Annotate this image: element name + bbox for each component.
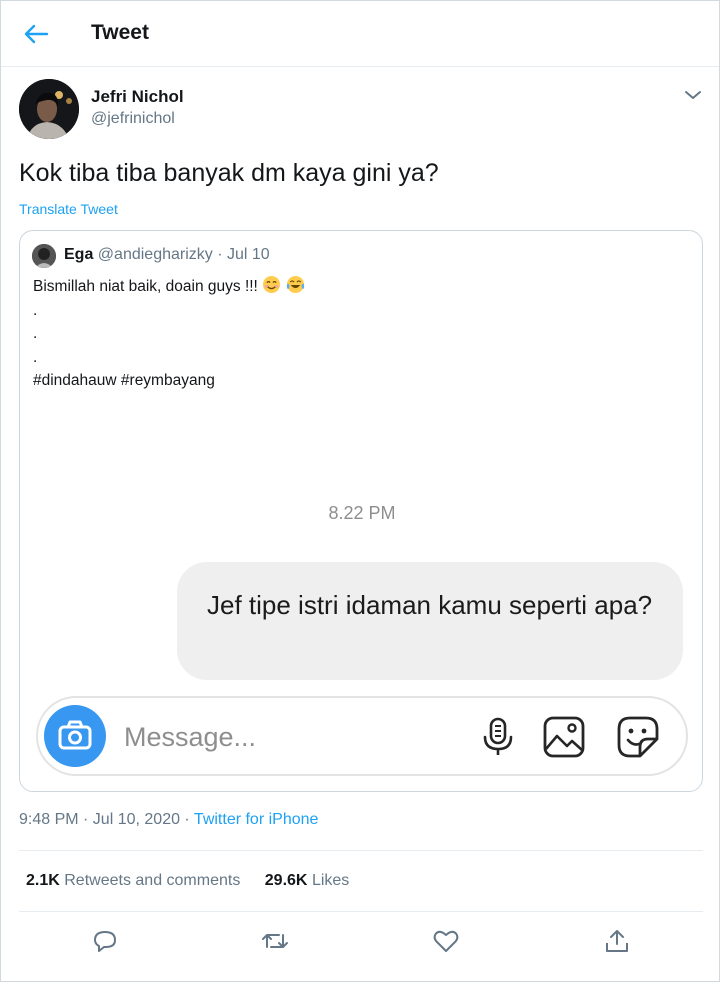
quoted-line: Bismillah niat baik, doain guys !!! (33, 275, 305, 299)
likes-label: Likes (311, 872, 350, 889)
reply-icon[interactable] (91, 927, 119, 955)
camera-button[interactable] (44, 705, 106, 767)
page-header: Tweet (1, 1, 719, 67)
microphone-icon[interactable] (476, 715, 520, 759)
arrow-left-icon[interactable] (21, 19, 51, 49)
chevron-down-icon[interactable] (681, 83, 705, 107)
quoted-dot: . (33, 301, 38, 319)
retweets-count: 2.1K (26, 872, 60, 889)
retweets-label: Retweets and comments (64, 872, 241, 889)
retweets-stat[interactable]: 2.1K Retweets and comments (26, 872, 245, 889)
quoted-dot: . (33, 325, 38, 342)
quoted-text: Bismillah niat baik, doain guys !!! . . … (33, 275, 305, 393)
translate-tweet-link[interactable]: Translate Tweet (19, 201, 118, 217)
share-icon[interactable] (603, 927, 631, 955)
dm-message-bubble: Jef tipe istri idaman kamu seperti apa? (177, 562, 683, 680)
quoted-author-name: Ega (64, 246, 94, 263)
quoted-dot: . (33, 348, 38, 366)
quoted-handle-date: @andiegharizky · Jul 10 (97, 246, 270, 263)
tweet-page: Tweet Jefri Nichol @jefrinichol Kok tiba… (0, 0, 720, 982)
tweet-stats: 2.1K Retweets and comments 29.6K Likes (26, 872, 349, 890)
quoted-line-text: Bismillah niat baik, doain guys !!! (33, 278, 258, 295)
divider (19, 911, 703, 912)
sticker-icon[interactable] (616, 715, 660, 759)
divider (19, 850, 703, 851)
camera-icon (58, 720, 92, 750)
author-name[interactable]: Jefri Nichol (91, 87, 184, 107)
retweet-icon[interactable] (261, 927, 289, 955)
likes-stat[interactable]: 29.6K Likes (265, 872, 350, 889)
likes-count: 29.6K (264, 872, 308, 889)
quoted-hashtags[interactable]: #dindahauw #reymbayang (33, 369, 305, 393)
quoted-header: Ega @andiegharizky · Jul 10 (64, 246, 270, 264)
image-icon[interactable] (542, 715, 586, 759)
message-input[interactable] (124, 718, 374, 756)
tweet-text: Kok tiba tiba banyak dm kaya gini ya? (19, 159, 439, 187)
author-handle[interactable]: @jefrinichol (91, 110, 175, 128)
tweet-meta: 9:48 PM · Jul 10, 2020 · Twitter for iPh… (19, 811, 318, 829)
avatar[interactable] (19, 79, 79, 139)
heart-icon[interactable] (432, 927, 460, 955)
tears-of-joy-icon (286, 275, 304, 294)
dm-composer (36, 696, 688, 776)
quoted-tweet[interactable]: Ega @andiegharizky · Jul 10 Bismillah ni… (19, 230, 703, 792)
tweet-source-link[interactable]: Twitter for iPhone (194, 811, 319, 828)
tweet-timestamp: 9:48 PM · Jul 10, 2020 · (19, 811, 194, 828)
quoted-avatar (32, 244, 56, 268)
page-title: Tweet (91, 21, 149, 44)
dm-timestamp: 8.22 PM (328, 503, 396, 523)
smiling-face-icon (263, 275, 281, 294)
